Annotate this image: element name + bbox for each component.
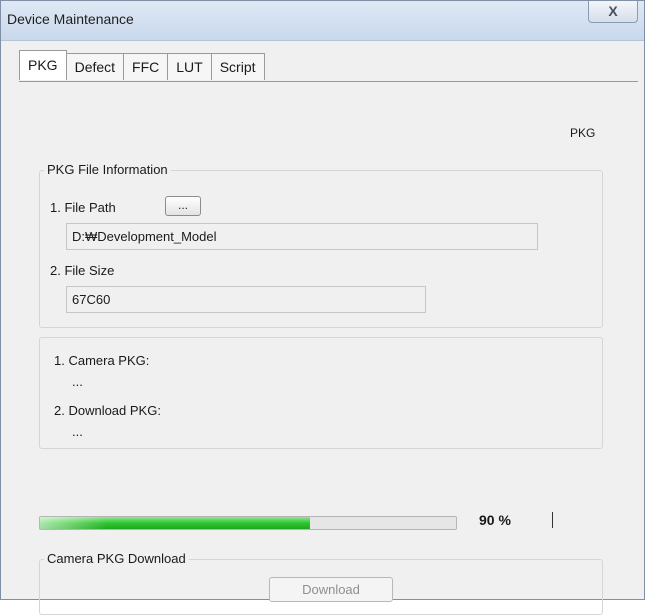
device-maintenance-window: Device Maintenance X PKG Defect FFC LUT … <box>0 0 645 615</box>
camera-pkg-value: ... <box>72 374 83 389</box>
tab-lut[interactable]: LUT <box>167 53 212 80</box>
window-title: Device Maintenance <box>7 11 134 27</box>
pkg-info-group: 1. Camera PKG: ... 2. Download PKG: ... <box>39 337 603 449</box>
pkg-file-information-group: PKG File Information 1. File Path ... D:… <box>39 162 603 328</box>
tab-ffc[interactable]: FFC <box>123 53 169 80</box>
tab-strip: PKG Defect FFC LUT Script <box>19 50 265 81</box>
tab-pkg[interactable]: PKG <box>19 50 67 80</box>
group-title: Camera PKG Download <box>44 551 189 567</box>
browse-button[interactable]: ... <box>165 196 201 216</box>
download-pkg-value: ... <box>72 424 83 439</box>
progress-percent: 90 % <box>479 512 511 528</box>
tab-script[interactable]: Script <box>210 53 265 80</box>
dialog-client-area: PKG Defect FFC LUT Script PKG PKG File I… <box>9 41 640 615</box>
file-size-label: 2. File Size <box>50 263 115 278</box>
group-title: PKG File Information <box>44 162 171 178</box>
camera-pkg-label: 1. Camera PKG: <box>54 353 150 368</box>
panel-header-label: PKG <box>570 126 596 140</box>
download-progress-bar <box>39 516 457 530</box>
download-button[interactable]: Download <box>269 577 393 602</box>
progress-fill <box>40 517 310 529</box>
close-button[interactable]: X <box>588 1 638 23</box>
file-size-field[interactable]: 67C60 <box>66 286 426 313</box>
close-icon: X <box>608 3 618 19</box>
download-pkg-label: 2. Download PKG: <box>54 403 161 418</box>
text-cursor <box>552 512 553 528</box>
file-path-label: 1. File Path <box>50 200 116 215</box>
title-bar[interactable]: Device Maintenance X <box>1 1 644 41</box>
file-path-field[interactable]: D:₩Development_Model <box>66 223 538 250</box>
pkg-tab-panel: PKG PKG File Information 1. File Path ..… <box>19 82 639 615</box>
tab-defect[interactable]: Defect <box>65 53 125 80</box>
